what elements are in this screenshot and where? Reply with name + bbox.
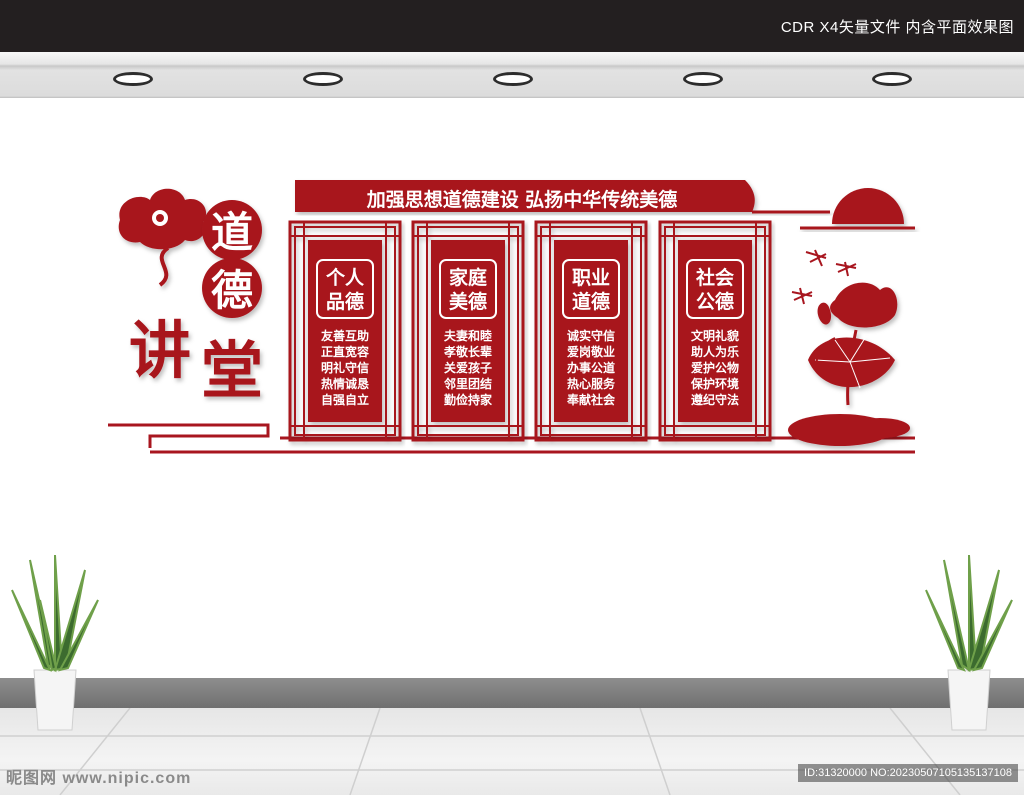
panel-item: 友善互助	[320, 328, 369, 343]
panel-title-line2: 公德	[696, 290, 734, 313]
panel-item: 勤俭持家	[444, 392, 493, 407]
panel-item: 自强自立	[321, 392, 369, 407]
logo-char-3: 讲	[129, 314, 191, 387]
sun-icon	[800, 188, 915, 230]
panel-item: 夫妻和睦	[443, 328, 492, 343]
slogan-text: 加强思想道德建设 弘扬中华传统美德	[366, 188, 678, 211]
logo-char-1: 道	[211, 208, 253, 257]
panel-title-line2: 美德	[449, 290, 487, 313]
auspicious-cloud-icon	[118, 188, 207, 287]
culture-wall-artwork: 道 德 讲 堂 加强思想道德建设 弘扬中华传统美德 个人品德友善互助正直宽容明礼…	[11, 180, 1013, 731]
virtue-panel: 家庭美德夫妻和睦孝敬长辈关爱孩子邻里团结勤俭持家	[411, 220, 525, 442]
panel-item: 奉献社会	[566, 392, 616, 407]
panel-item: 热心服务	[567, 376, 616, 391]
panel-item: 正直宽容	[321, 344, 369, 359]
panel-title-line1: 个人	[325, 267, 365, 289]
virtue-panels: 个人品德友善互助正直宽容明礼守信热情诚恳自强自立家庭美德夫妻和睦孝敬长辈关爱孩子…	[288, 220, 772, 442]
panel-item: 办事公道	[567, 360, 615, 375]
virtue-panel: 个人品德友善互助正直宽容明礼守信热情诚恳自强自立	[288, 220, 402, 442]
panel-title-line1: 家庭	[449, 266, 487, 289]
panel-item: 爱护公物	[691, 360, 739, 375]
panel-item: 关爱孩子	[444, 360, 492, 375]
panel-item: 热情诚恳	[321, 376, 370, 391]
panel-item: 爱岗敬业	[567, 344, 615, 359]
logo-char-2: 德	[211, 266, 253, 315]
plant-icon	[925, 554, 1013, 731]
panel-item: 孝敬长辈	[443, 344, 492, 359]
panel-item: 文明礼貌	[691, 328, 739, 343]
panel-item: 明礼守信	[321, 360, 369, 375]
plant-icon	[11, 554, 99, 731]
panel-item: 诚实守信	[567, 328, 615, 343]
virtue-panel: 社会公德文明礼貌助人为乐爱护公物保护环境遵纪守法	[658, 220, 772, 442]
panel-title-line2: 道德	[572, 290, 610, 313]
panel-title-line2: 品德	[326, 290, 364, 313]
lotus-icon	[788, 282, 910, 446]
slogan-banner: 加强思想道德建设 弘扬中华传统美德	[295, 180, 830, 214]
virtue-panel: 职业道德诚实守信爱岗敬业办事公道热心服务奉献社会	[534, 220, 648, 442]
panel-item: 助人为乐	[691, 344, 739, 359]
panel-item: 保护环境	[690, 376, 739, 391]
panel-title-line1: 职业	[572, 267, 610, 289]
image-id-label: ID:31320000 NO:20230507105135137108	[798, 764, 1018, 782]
watermark-text: 昵图网 www.nipic.com	[6, 770, 192, 787]
panel-item: 遵纪守法	[691, 392, 739, 407]
panel-item: 邻里团结	[443, 376, 492, 391]
panel-title-line1: 社会	[695, 266, 734, 289]
logo-char-4: 堂	[201, 334, 263, 407]
